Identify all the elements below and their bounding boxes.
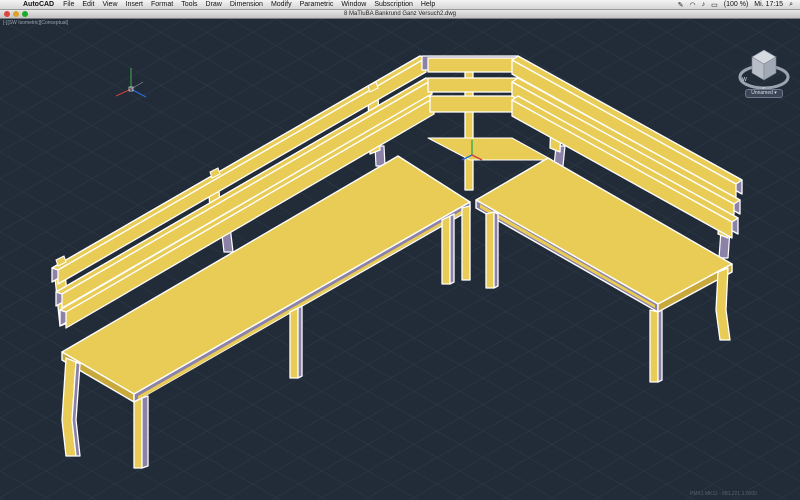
menu-edit[interactable]: Edit: [78, 1, 98, 8]
menu-dimension[interactable]: Dimension: [226, 1, 267, 8]
menu-view[interactable]: View: [98, 1, 121, 8]
status-menus: ✎ ◠ ♪ ▭ (100 %) Mi. 17:15 ⌕: [675, 1, 800, 9]
battery-icon[interactable]: ▭: [708, 1, 721, 9]
menu-modify[interactable]: Modify: [267, 1, 296, 8]
menu-format[interactable]: Format: [147, 1, 177, 8]
model-space: [0, 19, 800, 500]
status-readout: PMX1 MK11 - 681.221 1.0000: [690, 491, 757, 497]
menu-window[interactable]: Window: [337, 1, 370, 8]
svg-text:W: W: [742, 77, 747, 83]
wifi-icon[interactable]: ◠: [687, 1, 699, 9]
battery-percent: (100 %): [723, 1, 749, 8]
spotlight-icon[interactable]: ⌕: [786, 1, 796, 9]
grid-line: [0, 470, 51, 500]
window-titlebar: 8 MaTluBA Bankrund Ganz Versuch2.dwg: [0, 10, 800, 19]
viewport-controls-label[interactable]: [-][SW Isometric][Conceptual]: [3, 20, 68, 26]
window-title: 8 MaTluBA Bankrund Ganz Versuch2.dwg: [343, 11, 457, 17]
mac-menubar: AutoCAD File Edit View Insert Format Too…: [0, 0, 800, 10]
menu-help[interactable]: Help: [417, 1, 439, 8]
app-menu[interactable]: AutoCAD: [18, 1, 59, 8]
menu-insert[interactable]: Insert: [122, 1, 148, 8]
volume-icon[interactable]: ♪: [699, 1, 709, 8]
wcs-menu[interactable]: Unnamed ▾: [745, 89, 783, 98]
menu-parametric[interactable]: Parametric: [296, 1, 338, 8]
menu-subscription[interactable]: Subscription: [370, 1, 417, 8]
grid-line: [0, 19, 47, 46]
menu-tools[interactable]: Tools: [177, 1, 201, 8]
script-icon[interactable]: ✎: [675, 1, 687, 9]
menu-file[interactable]: File: [59, 1, 78, 8]
drawing-viewport[interactable]: [-][SW Isometric][Conceptual] W S Unname…: [0, 19, 800, 500]
clock[interactable]: Mi. 17:15: [751, 1, 786, 8]
menu-draw[interactable]: Draw: [202, 1, 226, 8]
